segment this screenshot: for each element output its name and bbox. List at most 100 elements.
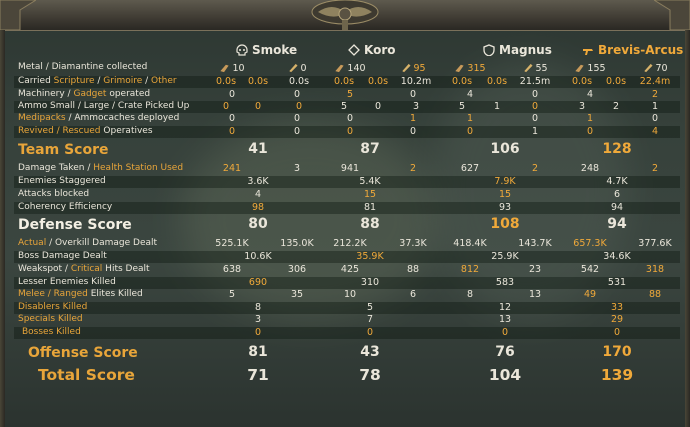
stat-value: 306: [288, 264, 306, 275]
row-label: Carried Scripture / Grimoire / Other: [18, 76, 177, 86]
stat-value-text: 4.7K: [606, 176, 628, 187]
stat-value: 13: [529, 289, 541, 300]
stat-value: 1: [652, 101, 658, 112]
stat-value: 98: [252, 202, 264, 213]
stat-value-text: 2: [612, 101, 620, 112]
stat-value: 690: [249, 277, 267, 288]
stat-value: 76: [495, 344, 514, 360]
stat-value: 4: [467, 89, 473, 100]
stat-value: 88: [649, 289, 661, 300]
stat-value-text: 7: [366, 314, 374, 325]
stat-value-text: 49: [583, 289, 597, 300]
stat-value-text: 425: [340, 264, 360, 275]
stat-value-text: 2: [531, 163, 539, 174]
row-label: Team Score: [18, 142, 109, 158]
stat-value-text: 6: [409, 289, 417, 300]
stat-value-text: 0: [466, 126, 474, 137]
stat-value: 6: [410, 289, 416, 300]
stat-value: 81: [364, 202, 376, 213]
stat-value: 941: [341, 163, 359, 174]
stat-value: 37.3K: [399, 238, 426, 249]
row-label-part: Enemies Staggered: [18, 176, 106, 186]
stat-value: 318: [646, 264, 664, 275]
stat-value-text: 1: [651, 101, 659, 112]
stat-value: 4: [652, 126, 658, 137]
stat-row: Medipacks / Ammocaches deployed 0 0 0 1 1 0 1 0: [14, 113, 680, 125]
stat-value-text: 0: [531, 89, 539, 100]
stat-value-text: 0: [651, 113, 659, 124]
stat-value: 5: [347, 89, 353, 100]
stat-value-text: 78: [359, 366, 381, 384]
stat-value-text: 306: [287, 264, 307, 275]
stat-value: 7: [367, 314, 373, 325]
stat-value-text: 6: [613, 189, 621, 200]
row-label-part: Specials Killed: [18, 314, 83, 324]
stat-value-text: 5: [228, 289, 236, 300]
stat-row: Damage Taken / Health Station Used 241 3 94…: [14, 163, 680, 175]
stat-value-text: 10: [343, 289, 357, 300]
score-row: Team Score 41 87 106 128: [14, 141, 680, 160]
row-label-part: Damage Taken /: [18, 163, 94, 173]
row-label-part: Weakspot /: [18, 264, 71, 274]
stat-value: 128: [602, 141, 631, 157]
stat-value: 104: [489, 366, 521, 384]
row-label: Actual / Overkill Damage Dealt: [18, 238, 157, 248]
stat-value: 0: [410, 89, 416, 100]
stat-value: 0: [614, 327, 620, 338]
stat-value: 33: [611, 302, 623, 313]
stat-row: Enemies Staggered 3.6K 5.4K 7.9K 4.7K: [14, 176, 680, 188]
row-label-part: Other: [151, 76, 177, 86]
stat-value-text: 135.0K: [280, 238, 314, 249]
stat-value-text: 8: [466, 289, 474, 300]
stat-value: 13: [499, 314, 511, 325]
stat-value-text: 0: [374, 101, 382, 112]
stat-row: Melee / Ranged Elites Killed 5 35 10 6 8 13 49 8…: [14, 289, 680, 301]
stat-value-text: 106: [490, 141, 520, 157]
row-label: Bosses Killed: [22, 327, 81, 337]
stat-value-text: 0: [228, 89, 236, 100]
row-label: Weakspot / Critical Hits Dealt: [18, 264, 150, 274]
row-label-part: Scripture: [53, 76, 95, 86]
stat-value-text: 0: [409, 126, 417, 137]
stat-value: 0.0s: [334, 76, 354, 87]
stat-value: 418.4K: [453, 238, 486, 249]
stat-value: 3.6K: [247, 176, 268, 187]
stat-value: 638: [223, 264, 241, 275]
stat-value: 212.2K: [333, 238, 366, 249]
stat-value-text: 212.2K: [333, 238, 367, 249]
stat-value-text: 1: [493, 101, 501, 112]
stat-value: 15: [499, 189, 511, 200]
stat-value-text: 35.9K: [356, 251, 384, 262]
row-label-part: Coherency Efficiency: [18, 202, 113, 212]
row-label-part: Total Score: [38, 366, 135, 384]
player-header-brevis-arcus: Brevis-Arcus: [582, 43, 683, 59]
player-header-magnus: Magnus: [483, 43, 552, 59]
stat-value: 0: [532, 113, 538, 124]
stat-value: 1: [467, 113, 473, 124]
stat-value: 10.6K: [244, 251, 271, 262]
stat-value-text: 88: [648, 289, 662, 300]
stat-value-text: 88: [360, 216, 380, 232]
stat-value: 525.1K: [215, 238, 248, 249]
stat-value: 21.5m: [520, 76, 550, 87]
stat-row: Disablers Killed 8 5 12 33: [14, 302, 680, 314]
stat-value: 93: [499, 202, 511, 213]
stat-value-text: 0.0s: [571, 76, 593, 87]
player-header-koro: Koro: [348, 43, 396, 59]
stat-value-text: 3: [293, 163, 301, 174]
stat-value: 0: [347, 126, 353, 137]
stat-row: Weakspot / Critical Hits Dealt 638 306 425 8…: [14, 264, 680, 276]
stat-value: 7.9K: [494, 176, 515, 187]
stat-value-text: 248: [580, 163, 600, 174]
stat-value: 0.0s: [452, 76, 472, 87]
score-row: Total Score 71 78 104 139: [14, 366, 680, 388]
stat-value: 41: [248, 141, 267, 157]
stat-value: 0.0s: [368, 76, 388, 87]
stat-value-text: 542: [580, 264, 600, 275]
stat-value-text: 0.0s: [288, 76, 310, 87]
stat-value-text: 690: [248, 277, 268, 288]
stat-value: 4: [587, 89, 593, 100]
stat-value: 315: [454, 62, 486, 74]
row-label-part: Lesser Enemies Killed: [18, 277, 116, 287]
stat-value-text: 5: [340, 101, 348, 112]
